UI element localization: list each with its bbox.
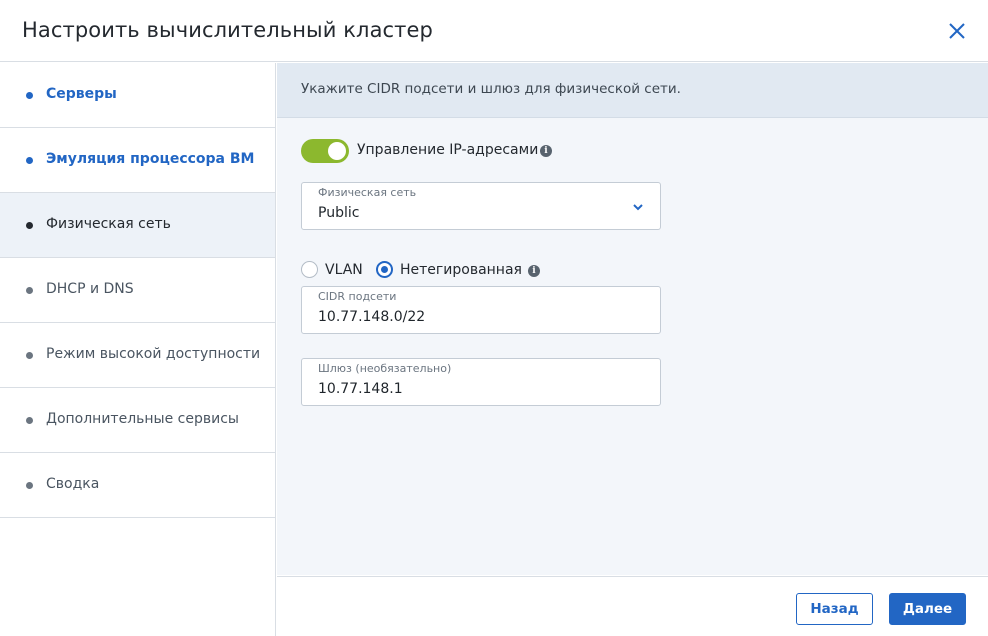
instruction-banner: Укажите CIDR подсети и шлюз для физическ… xyxy=(277,63,988,118)
step-label: Физическая сеть xyxy=(46,216,171,232)
dialog-footer: Назад Далее xyxy=(277,576,988,636)
step-dot-icon xyxy=(26,92,33,99)
wizard-steps: Серверы Эмуляция процессора ВМ Физическа… xyxy=(0,63,276,636)
step-cpu-emulation[interactable]: Эмуляция процессора ВМ xyxy=(0,128,275,193)
step-dot-icon xyxy=(26,157,33,164)
dialog-header: Настроить вычислительный кластер xyxy=(0,0,988,62)
gateway-value: 10.77.148.1 xyxy=(318,381,403,397)
step-label: Серверы xyxy=(46,86,117,102)
physical-network-value: Public xyxy=(318,205,360,221)
vlan-label: VLAN xyxy=(325,262,363,278)
next-button[interactable]: Далее xyxy=(889,593,966,625)
physical-network-label: Физическая сеть xyxy=(318,186,417,199)
step-dhcp-dns[interactable]: DHCP и DNS xyxy=(0,258,275,323)
step-dot-icon xyxy=(26,482,33,489)
dialog-title: Настроить вычислительный кластер xyxy=(22,18,433,42)
step-summary[interactable]: Сводка xyxy=(0,453,275,518)
step-label: Дополнительные сервисы xyxy=(46,411,239,427)
step-servers[interactable]: Серверы xyxy=(0,63,275,128)
cidr-field[interactable]: CIDR подсети 10.77.148.0/22 xyxy=(301,286,661,334)
back-button[interactable]: Назад xyxy=(796,593,873,625)
configure-compute-cluster-dialog: Настроить вычислительный кластер Серверы… xyxy=(0,0,988,636)
toggle-knob xyxy=(328,142,346,160)
untagged-radio[interactable] xyxy=(376,261,393,278)
physical-network-select[interactable]: Физическая сеть Public xyxy=(301,182,661,230)
step-label: Эмуляция процессора ВМ xyxy=(46,151,255,167)
step-label: DHCP и DNS xyxy=(46,281,134,297)
info-icon[interactable]: i xyxy=(540,145,552,157)
ip-management-label: Управление IP-адресами xyxy=(357,142,539,158)
ip-management-toggle[interactable] xyxy=(301,139,349,163)
step-dot-icon xyxy=(26,222,33,229)
step-dot-icon xyxy=(26,352,33,359)
gateway-field[interactable]: Шлюз (необязательно) 10.77.148.1 xyxy=(301,358,661,406)
banner-text: Укажите CIDR подсети и шлюз для физическ… xyxy=(301,81,681,97)
step-physical-network[interactable]: Физическая сеть xyxy=(0,193,275,258)
step-dot-icon xyxy=(26,287,33,294)
step-additional-services[interactable]: Дополнительные сервисы xyxy=(0,388,275,453)
step-content: Укажите CIDR подсети и шлюз для физическ… xyxy=(277,63,988,575)
close-icon[interactable] xyxy=(946,20,968,42)
step-label: Сводка xyxy=(46,476,100,492)
untagged-label: Нетегированная xyxy=(400,262,522,278)
gateway-label: Шлюз (необязательно) xyxy=(318,362,452,375)
info-icon[interactable]: i xyxy=(528,265,540,277)
cidr-value: 10.77.148.0/22 xyxy=(318,309,426,325)
step-label: Режим высокой доступности xyxy=(46,346,261,362)
vlan-radio[interactable] xyxy=(301,261,318,278)
step-dot-icon xyxy=(26,417,33,424)
chevron-down-icon xyxy=(633,204,643,211)
cidr-label: CIDR подсети xyxy=(318,290,397,303)
step-high-availability[interactable]: Режим высокой доступности xyxy=(0,323,275,388)
